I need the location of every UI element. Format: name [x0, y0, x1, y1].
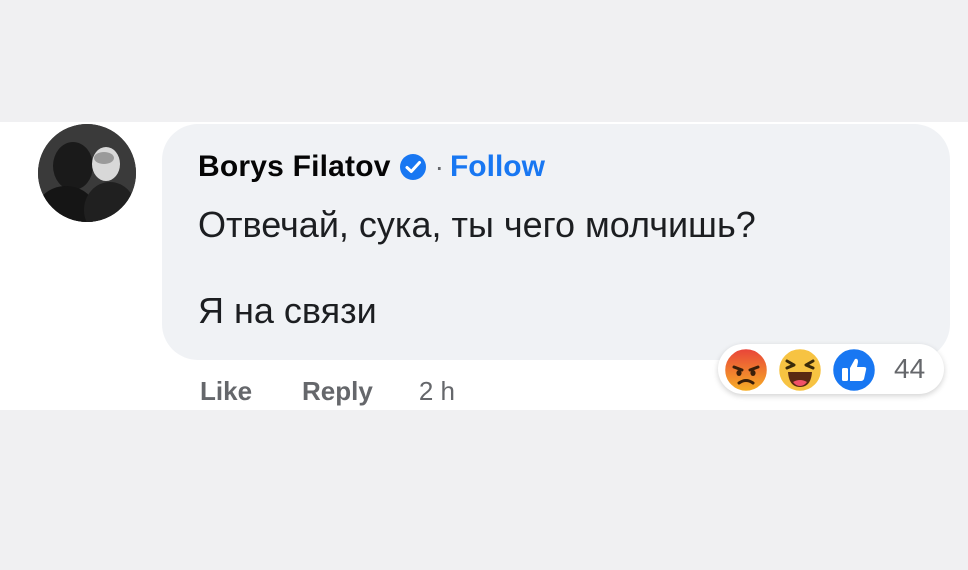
- reply-button[interactable]: Reply: [302, 376, 373, 407]
- angry-icon: [722, 346, 770, 394]
- author-name[interactable]: Borys Filatov: [198, 150, 391, 184]
- haha-icon: [776, 346, 824, 394]
- separator-dot: ·: [434, 151, 444, 182]
- comment-header: Borys Filatov · Follow: [198, 146, 545, 188]
- comment-text-line-1: Отвечай, сука, ты чего молчишь?: [198, 204, 756, 245]
- like-button[interactable]: Like: [200, 376, 252, 407]
- comment-actions: Like Reply 2 h: [200, 376, 455, 416]
- follow-button[interactable]: Follow: [450, 150, 545, 184]
- reactions-summary[interactable]: 44: [718, 344, 944, 394]
- timestamp[interactable]: 2 h: [419, 376, 455, 407]
- comment-text-line-2: Я на связи: [198, 290, 377, 331]
- comment-bubble: Borys Filatov · Follow Отвечай, сука, ты…: [162, 124, 950, 360]
- like-icon: [830, 346, 878, 394]
- avatar[interactable]: [38, 124, 136, 222]
- verified-badge-icon: [399, 154, 426, 180]
- reaction-count: 44: [894, 353, 926, 384]
